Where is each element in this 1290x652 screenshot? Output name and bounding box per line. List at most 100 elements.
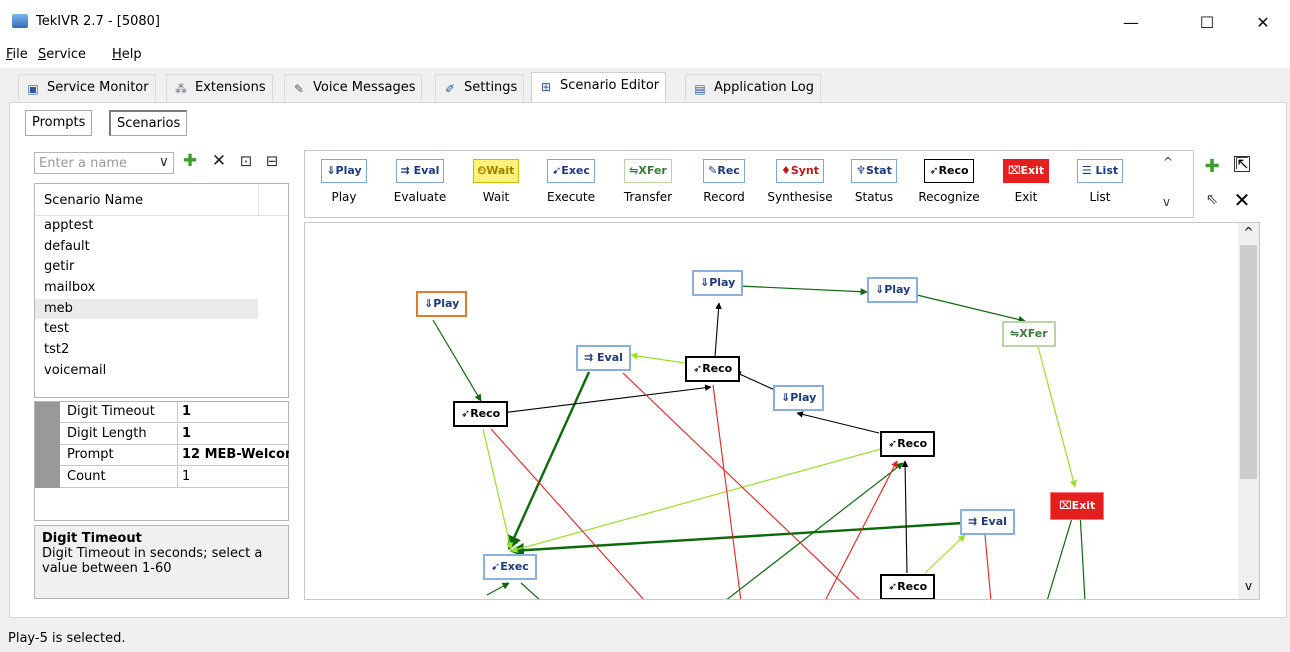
scenario-list-header[interactable]: Scenario Name: [35, 184, 288, 216]
scenario-list-item[interactable]: voicemail: [35, 361, 258, 382]
tab-application-log[interactable]: ▤ Application Log: [685, 74, 821, 102]
node-exit-1[interactable]: ⌧Exit: [1051, 493, 1104, 519]
add-scenario-icon[interactable]: ✚: [180, 150, 200, 172]
toolbox-recognize-tool[interactable]: ➶Reco Recognize: [914, 159, 984, 204]
main-tab-bar: ▣ Service Monitor ⁂ Extensions ✎ Voice Mess…: [0, 68, 1290, 102]
scenario-rows: apptest default getir mailbox meb test tst2 voi…: [35, 216, 288, 382]
menu-service[interactable]: Service: [38, 47, 86, 62]
subtab-prompts[interactable]: Prompts: [25, 110, 93, 136]
popout-icon[interactable]: ⇱: [1234, 156, 1250, 172]
property-row[interactable]: Prompt 12 MEB-Welcome: [60, 445, 289, 466]
edge-line: [1034, 334, 1077, 488]
title-bar: TekIVR 2.7 - [5080] — ☐ ✕: [0, 0, 1290, 44]
scenario-list-item[interactable]: tst2: [35, 340, 258, 361]
node-eval-2[interactable]: ⇉ Eval: [960, 509, 1015, 535]
property-value[interactable]: 1: [177, 423, 289, 445]
scenario-list-item[interactable]: mailbox: [35, 278, 258, 299]
tab-label: Voice Messages: [313, 80, 416, 95]
scenario-list-item[interactable]: test: [35, 319, 258, 340]
node-eval-1[interactable]: ⇉ Eval: [576, 345, 631, 371]
scenario-name-combo[interactable]: Enter a name ∨: [34, 152, 174, 174]
node-reco-1[interactable]: ➶Reco: [453, 401, 509, 427]
toolbox-transfer-tool[interactable]: ⇋XFer Transfer: [613, 159, 683, 204]
toolbox-node-chip[interactable]: ⇉ Eval: [395, 159, 445, 183]
toolbox-node-chip[interactable]: ➹Exec: [547, 159, 595, 183]
scenario-list-item[interactable]: getir: [35, 257, 258, 278]
tab-voice-messages[interactable]: ✎ Voice Messages: [284, 74, 423, 102]
node-exec-1[interactable]: ➹Exec: [483, 554, 537, 580]
scroll-up-arrow[interactable]: ^: [1238, 225, 1259, 239]
scroll-thumb[interactable]: [1240, 245, 1257, 479]
scroll-down-arrow[interactable]: v: [1238, 579, 1259, 593]
toolbox-node-chip[interactable]: ♆Stat: [851, 159, 897, 183]
minimize-button[interactable]: —: [1108, 8, 1154, 38]
tab-scenario-editor[interactable]: ⊞ Scenario Editor: [531, 72, 667, 102]
maximize-button[interactable]: ☐: [1184, 8, 1230, 38]
add-node-icon[interactable]: ✚: [1202, 156, 1222, 177]
toolbox-scroll-down[interactable]: v: [1163, 195, 1170, 209]
node-play-4[interactable]: ⇓Play: [773, 385, 825, 411]
scenario-list: Scenario Name apptest default getir mailbox…: [34, 183, 289, 398]
delete-scenario-icon[interactable]: ✕: [209, 150, 229, 172]
scenario-canvas[interactable]: ⇓Play ➶Reco ⇉ Eval ➶Reco ⇓Play ⇓Play ⇋XF…: [304, 222, 1260, 600]
property-row[interactable]: Count 1: [60, 466, 289, 488]
scenario-list-item[interactable]: default: [35, 237, 258, 258]
toolbox-list-tool[interactable]: ☰ List List: [1065, 159, 1135, 204]
node-reco-3[interactable]: ➶Reco: [880, 431, 936, 457]
tab-label: Settings: [464, 80, 518, 95]
menu-help[interactable]: Help: [112, 47, 142, 62]
node-toolbox: ^ v ⇓Play Play ⇉ Eval Evaluate ⏲Wait Wait ➹Exe…: [304, 150, 1194, 218]
close-button[interactable]: ✕: [1240, 8, 1286, 38]
property-value[interactable]: 1: [177, 402, 289, 423]
column-divider: [258, 184, 259, 216]
toolbox-record-tool[interactable]: ✎Rec Record: [689, 159, 759, 204]
node-reco-2[interactable]: ➶Reco: [685, 356, 741, 382]
toolbox-node-chip[interactable]: ⇋XFer: [624, 159, 672, 183]
property-value[interactable]: 12 MEB-Welcome: [177, 445, 289, 466]
tab-label: Extensions: [195, 80, 266, 95]
export-scenario-icon[interactable]: ⊟: [262, 150, 282, 172]
toolbox-wait-tool[interactable]: ⏲Wait Wait: [461, 159, 531, 204]
toolbox-node-chip[interactable]: ☰ List: [1076, 159, 1124, 183]
property-row[interactable]: Digit Timeout 1: [60, 402, 289, 423]
subtab-scenarios[interactable]: Scenarios: [109, 110, 188, 136]
node-play-2[interactable]: ⇓Play: [692, 270, 744, 296]
toolbox-synthesise-tool[interactable]: ♦Synt Synthesise: [765, 159, 835, 204]
toolbox-status-tool[interactable]: ♆Stat Status: [839, 159, 909, 204]
node-xfer-1[interactable]: ⇋XFer: [1002, 321, 1056, 347]
toolbox-label: Evaluate: [393, 190, 447, 204]
toolbox-scroll-up[interactable]: ^: [1163, 155, 1173, 169]
node-reco-4[interactable]: ➶Reco: [880, 574, 936, 599]
pointer-icon[interactable]: ⇖: [1202, 190, 1222, 208]
scenario-list-item[interactable]: apptest: [35, 216, 258, 237]
tab-service-monitor[interactable]: ▣ Service Monitor: [18, 74, 156, 102]
extensions-icon: ⁂: [175, 82, 187, 96]
scenario-list-item[interactable]: meb: [35, 298, 258, 320]
toolbox-node-chip[interactable]: ✎Rec: [703, 159, 745, 183]
node-play-orange[interactable]: ⇓Play: [416, 291, 468, 317]
tab-extensions[interactable]: ⁂ Extensions: [166, 74, 273, 102]
property-row[interactable]: Digit Length 1: [60, 423, 289, 445]
delete-node-icon[interactable]: ✕: [1232, 188, 1252, 212]
canvas-vertical-scrollbar[interactable]: ^ v: [1238, 223, 1259, 599]
edge-line: [738, 285, 868, 296]
toolbox-exit-tool[interactable]: ⌧Exit Exit: [991, 159, 1061, 204]
tab-settings[interactable]: ✐ Settings: [435, 74, 525, 102]
toolbox-execute-tool[interactable]: ➹Exec Execute: [536, 159, 606, 204]
toolbox-node-chip[interactable]: ➶Reco: [924, 159, 974, 183]
toolbox-node-chip[interactable]: ⌧Exit: [1002, 159, 1050, 183]
edge-line: [507, 371, 591, 551]
edge-line: [510, 448, 882, 553]
import-scenario-icon[interactable]: ⊡: [236, 150, 256, 172]
node-play-3[interactable]: ⇓Play: [867, 277, 919, 303]
toolbox-evaluate-tool[interactable]: ⇉ Eval Evaluate: [385, 159, 455, 204]
chevron-down-icon[interactable]: ∨: [159, 154, 169, 170]
toolbox-play-tool[interactable]: ⇓Play Play: [309, 159, 379, 204]
toolbox-node-chip[interactable]: ♦Synt: [775, 159, 825, 183]
log-icon: ▤: [694, 82, 706, 96]
menu-file[interactable]: File: [6, 47, 28, 62]
toolbox-node-chip[interactable]: ⇓Play: [321, 159, 367, 183]
toolbox-node-chip[interactable]: ⏲Wait: [472, 159, 520, 183]
scenario-editor-icon: ⊞: [540, 80, 552, 94]
property-value[interactable]: 1: [177, 466, 289, 488]
